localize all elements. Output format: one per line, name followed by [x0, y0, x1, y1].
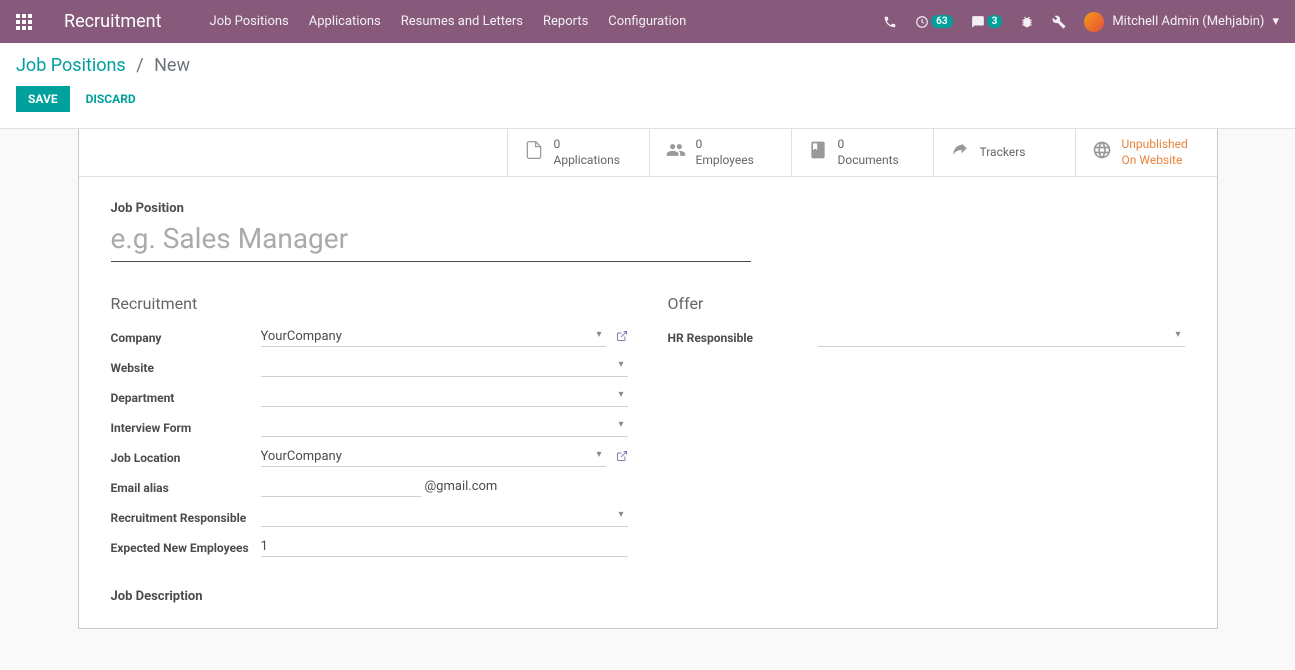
department-label: Department [111, 387, 261, 405]
breadcrumb-bar: Job Positions / New SAVE DISCARD [0, 43, 1295, 129]
hr-responsible-select[interactable] [818, 327, 1185, 347]
discard-button[interactable]: DISCARD [74, 86, 148, 112]
app-title: Recruitment [64, 11, 162, 32]
stat-trackers-label: Trackers [980, 145, 1026, 161]
nav-reports[interactable]: Reports [543, 14, 588, 29]
tools-icon[interactable] [1052, 15, 1066, 29]
stat-applications-count: 0 [554, 137, 620, 153]
file-icon [524, 140, 544, 165]
interview-form-label: Interview Form [111, 417, 261, 435]
book-icon [808, 140, 828, 165]
hr-responsible-label: HR Responsible [668, 327, 818, 345]
recruitment-column: Recruitment Company W [111, 294, 628, 604]
globe-icon [1092, 140, 1112, 165]
stat-buttons: 0 Applications 0 Employees 0 [79, 129, 1217, 177]
form-sheet: 0 Applications 0 Employees 0 [78, 129, 1218, 629]
company-label: Company [111, 327, 261, 345]
expected-new-employees-input[interactable] [261, 537, 628, 557]
email-alias-input[interactable] [261, 477, 421, 497]
nav-applications[interactable]: Applications [309, 14, 381, 29]
job-location-select[interactable] [261, 447, 606, 467]
messages-icon[interactable]: 3 [971, 15, 1003, 29]
breadcrumb: Job Positions / New [16, 55, 1279, 76]
stat-employees[interactable]: 0 Employees [649, 129, 791, 176]
user-name: Mitchell Admin (Mehjabin) [1112, 14, 1264, 29]
avatar [1084, 12, 1104, 32]
phone-icon[interactable] [883, 15, 897, 29]
content-wrapper[interactable]: 0 Applications 0 Employees 0 [0, 129, 1295, 670]
recruitment-title: Recruitment [111, 294, 628, 313]
recruitment-responsible-label: Recruitment Responsible [111, 507, 261, 525]
breadcrumb-current: New [154, 55, 190, 76]
nav-configuration[interactable]: Configuration [608, 14, 686, 29]
stat-documents[interactable]: 0 Documents [791, 129, 933, 176]
form-body: Job Position Recruitment Company [79, 177, 1217, 628]
department-select[interactable] [261, 387, 628, 407]
stat-documents-count: 0 [838, 137, 899, 153]
stat-employees-count: 0 [696, 137, 754, 153]
content: 0 Applications 0 Employees 0 [0, 129, 1295, 629]
save-button[interactable]: SAVE [16, 86, 70, 112]
stat-documents-label: Documents [838, 153, 899, 169]
action-buttons: SAVE DISCARD [16, 86, 1279, 112]
email-suffix: @gmail.com [425, 479, 498, 494]
recruitment-responsible-select[interactable] [261, 507, 628, 527]
job-position-label: Job Position [111, 201, 1185, 216]
nav-resumes-letters[interactable]: Resumes and Letters [401, 14, 523, 29]
nav-right: 63 3 Mitchell Admin (Mehjabin) ▾ [883, 12, 1279, 32]
nav-links: Job Positions Applications Resumes and L… [210, 14, 884, 29]
stat-trackers[interactable]: Trackers [933, 129, 1075, 176]
activities-icon[interactable]: 63 [915, 15, 952, 29]
interview-form-select[interactable] [261, 417, 628, 437]
breadcrumb-separator: / [136, 55, 143, 76]
stat-website-line1: Unpublished [1122, 137, 1188, 153]
company-select[interactable] [261, 327, 606, 347]
stat-employees-label: Employees [696, 153, 754, 169]
stat-applications[interactable]: 0 Applications [507, 129, 649, 176]
bug-icon[interactable] [1020, 15, 1034, 29]
company-external-link-icon[interactable] [616, 330, 628, 345]
navbar: Recruitment Job Positions Applications R… [0, 0, 1295, 43]
offer-column: Offer HR Responsible [668, 294, 1185, 604]
expected-new-employees-label: Expected New Employees [111, 537, 261, 555]
email-alias-label: Email alias [111, 477, 261, 495]
apps-icon[interactable] [16, 14, 32, 30]
breadcrumb-root[interactable]: Job Positions [16, 55, 126, 76]
share-icon [950, 140, 970, 165]
website-select[interactable] [261, 357, 628, 377]
chevron-down-icon: ▾ [1272, 14, 1279, 29]
nav-job-positions[interactable]: Job Positions [210, 14, 289, 29]
user-menu[interactable]: Mitchell Admin (Mehjabin) ▾ [1084, 12, 1279, 32]
offer-title: Offer [668, 294, 1185, 313]
activities-badge: 63 [931, 15, 952, 28]
job-location-label: Job Location [111, 447, 261, 465]
stat-applications-label: Applications [554, 153, 620, 169]
job-position-input[interactable] [111, 220, 751, 262]
job-description-label: Job Description [111, 589, 628, 604]
form-columns: Recruitment Company W [111, 294, 1185, 604]
location-external-link-icon[interactable] [616, 450, 628, 465]
messages-badge: 3 [987, 15, 1003, 28]
stat-website[interactable]: Unpublished On Website [1075, 129, 1217, 176]
users-icon [666, 140, 686, 165]
website-label: Website [111, 357, 261, 375]
stat-website-line2: On Website [1122, 153, 1188, 169]
